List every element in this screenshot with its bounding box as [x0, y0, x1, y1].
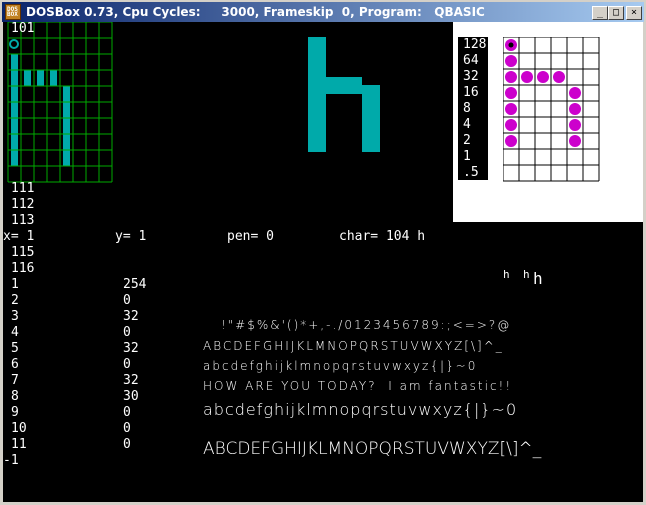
row-value: 32: [123, 341, 139, 356]
large-h-preview: [308, 37, 380, 152]
bit-panel: 128 64 32 16 8 4 2 1 .5: [453, 22, 643, 222]
dosbox-icon[interactable]: DOS BOX: [5, 4, 21, 20]
bit-dot[interactable]: [505, 87, 517, 99]
status-x: x= 1: [3, 229, 35, 244]
row-value: 0: [123, 325, 131, 340]
char-list-item: 112: [11, 197, 35, 212]
maximize-button[interactable]: □: [608, 6, 624, 20]
bit-label: 2: [463, 133, 471, 148]
bit-dot[interactable]: [569, 87, 581, 99]
bit-label: 1: [463, 149, 471, 164]
bit-dot[interactable]: [537, 71, 549, 83]
list2-item: 115: [11, 245, 35, 260]
bit-dot[interactable]: [553, 71, 565, 83]
row-value: 32: [123, 373, 139, 388]
small-preview: h: [523, 268, 530, 281]
bit-dot[interactable]: [505, 135, 517, 147]
grid-pixel[interactable]: [11, 70, 18, 86]
grid-pixel[interactable]: [11, 54, 18, 70]
bit-dot[interactable]: [569, 103, 581, 115]
char-list-item: 113: [11, 213, 35, 228]
grid-pixel[interactable]: [11, 134, 18, 150]
bit-label: 8: [463, 101, 471, 116]
char-list-item: 111: [11, 181, 35, 196]
title-bar[interactable]: DOS BOX DOSBox 0.73, Cpu Cycles: 3000, F…: [2, 2, 644, 22]
grid-pixel[interactable]: [63, 102, 70, 118]
cursor-marker: [9, 39, 19, 49]
grid-pixel[interactable]: [24, 70, 31, 86]
grid-pixel[interactable]: [11, 150, 18, 166]
footer-number: -1: [3, 453, 19, 468]
row-index: 2: [11, 293, 19, 308]
grid-pixel[interactable]: [11, 86, 18, 102]
grid-pixel[interactable]: [11, 102, 18, 118]
grid-pixel[interactable]: [11, 118, 18, 134]
row-index: 10: [11, 421, 27, 436]
bit-dot[interactable]: [505, 119, 517, 131]
minimize-button[interactable]: _: [592, 6, 608, 20]
bit-labels: 128 64 32 16 8 4 2 1 .5: [458, 37, 488, 180]
grid-pixel[interactable]: [63, 118, 70, 134]
char-edit-grid[interactable]: [3, 22, 113, 184]
row-index: 9: [11, 405, 19, 420]
glyph-stroke: [308, 37, 326, 152]
dos-screen[interactable]: 101 128 64 32 16 8 4 2 1 .5 111 112 113 …: [3, 22, 643, 502]
glyph-stroke: [362, 85, 380, 152]
row-value: 0: [123, 405, 131, 420]
font-sample-upper: ABCDEFGHIJKLMNOPQRSTUVWXYZ[\]^_: [203, 339, 504, 353]
close-button[interactable]: ×: [626, 6, 642, 20]
top-number: 101: [11, 22, 35, 36]
grid-pixel[interactable]: [50, 70, 57, 86]
row-index: 7: [11, 373, 19, 388]
status-char: char= 104 h: [339, 229, 426, 244]
row-value: 32: [123, 309, 139, 324]
row-index: 5: [11, 341, 19, 356]
row-value: 30: [123, 389, 139, 404]
dosbox-window: DOS BOX DOSBox 0.73, Cpu Cycles: 3000, F…: [0, 0, 646, 505]
glyph-stroke: [326, 77, 362, 94]
row-index: 1: [11, 277, 19, 292]
row-value: 0: [123, 357, 131, 372]
bit-label: 4: [463, 117, 471, 132]
status-pen: pen= 0: [227, 229, 274, 244]
row-value: 254: [123, 277, 147, 292]
bit-dot[interactable]: [569, 135, 581, 147]
grid-pixel[interactable]: [63, 150, 70, 166]
bit-label: 16: [463, 85, 479, 100]
font-sample-symbols: !"#$%&'()*+,-./0123456789:;<=>?@: [215, 318, 512, 332]
bit-dot[interactable]: [505, 71, 517, 83]
row-index: 3: [11, 309, 19, 324]
row-value: 0: [123, 437, 131, 452]
window-title: DOSBox 0.73, Cpu Cycles: 3000, Frameskip…: [26, 5, 485, 19]
bit-label: 32: [463, 69, 479, 84]
grid-pixel[interactable]: [63, 86, 70, 102]
bit-dot[interactable]: [505, 103, 517, 115]
bit-dot[interactable]: [505, 55, 517, 67]
font-sample-lower: abcdefghijklmnopqrstuvwxyz{|}~0: [203, 359, 478, 373]
small-preview: h: [503, 268, 510, 281]
bit-cursor: [508, 42, 514, 48]
list2-item: 116: [11, 261, 35, 276]
font-sample-lower-large: abcdefghijklmnopqrstuvwxyz{|}~0: [203, 400, 518, 419]
row-value: 0: [123, 293, 131, 308]
row-index: 6: [11, 357, 19, 372]
bit-label: .5: [463, 165, 479, 180]
small-preview: h: [533, 269, 543, 288]
status-y: y= 1: [115, 229, 147, 244]
font-sample-sentence: HOW ARE YOU TODAY? I am fantastic!!: [203, 379, 513, 393]
bit-dot[interactable]: [569, 119, 581, 131]
row-index: 8: [11, 389, 19, 404]
grid-pixel[interactable]: [63, 134, 70, 150]
row-index: 11: [11, 437, 27, 452]
bit-label: 64: [463, 53, 479, 68]
bit-dot[interactable]: [521, 71, 533, 83]
bit-grid[interactable]: [503, 37, 603, 182]
font-sample-upper-large: ABCDEFGHIJKLMNOPQRSTUVWXYZ[\]^_: [203, 439, 542, 459]
row-value: 0: [123, 421, 131, 436]
row-index: 4: [11, 325, 19, 340]
bit-label: 128: [463, 37, 487, 52]
dosbox-icon-text: DOS BOX: [7, 6, 18, 18]
grid-pixel[interactable]: [37, 70, 44, 86]
